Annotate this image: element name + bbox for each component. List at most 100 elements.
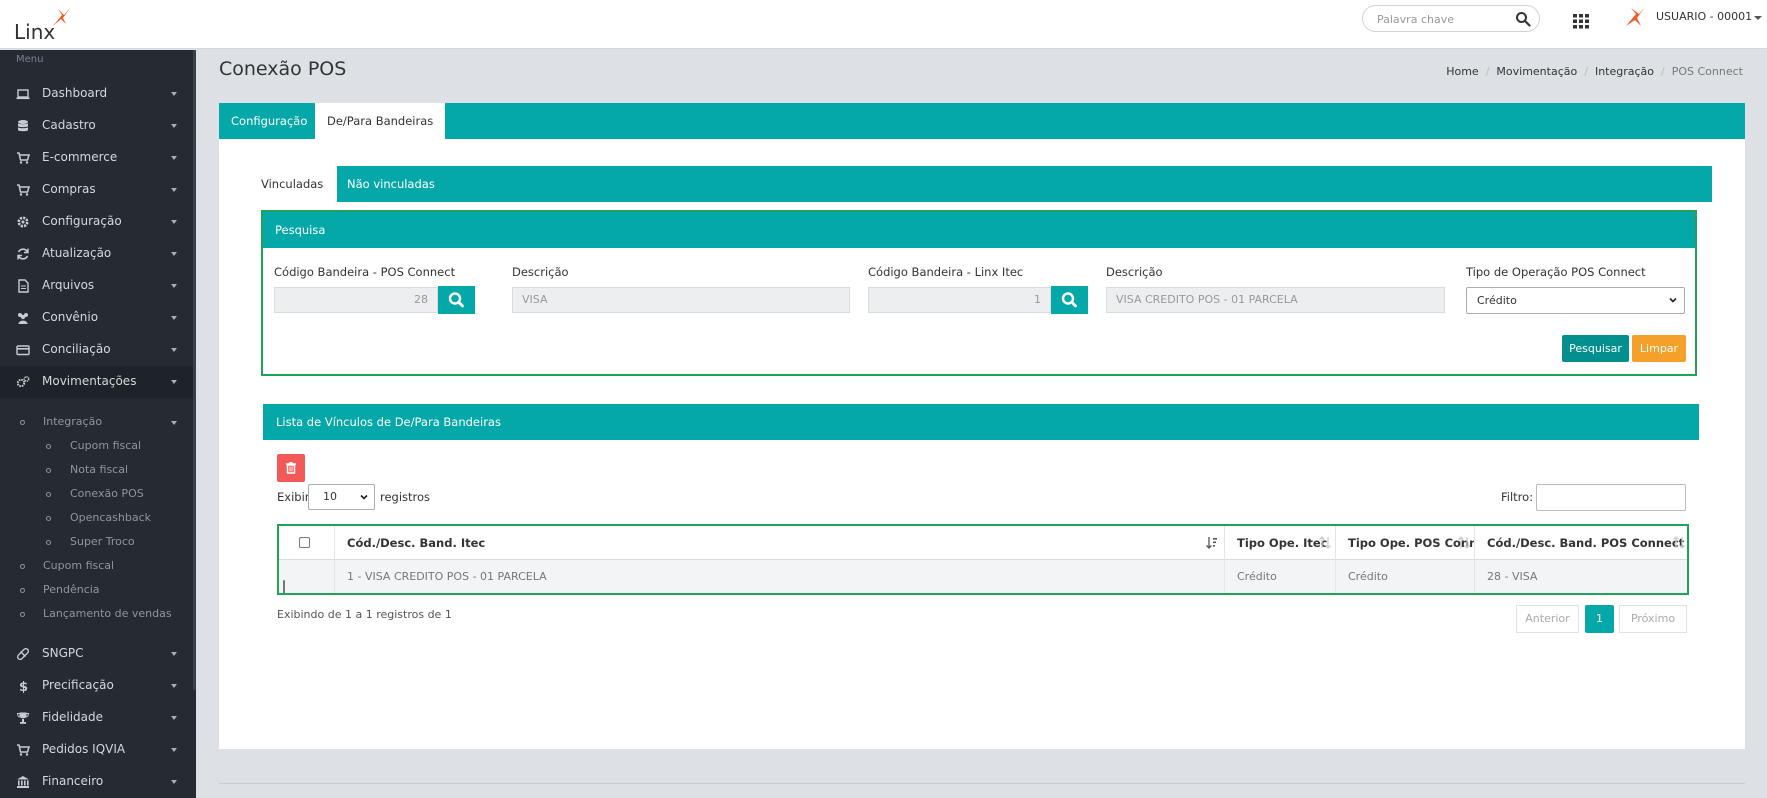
pager-next-button[interactable]: Próximo [1619, 605, 1687, 633]
keyword-search[interactable] [1362, 5, 1540, 32]
cod-linx-search-button[interactable] [1051, 286, 1088, 314]
sidebar-subitem-label: Super Troco [70, 535, 135, 548]
sidebar-item-precificacao[interactable]: $ Precificação [0, 670, 193, 702]
limpar-button[interactable]: Limpar [1632, 335, 1686, 362]
breadcrumb-separator: / [1584, 65, 1588, 78]
page-title: Conexão POS [219, 58, 347, 80]
breadcrumb-integracao[interactable]: Integração [1595, 65, 1654, 78]
user-menu-caret-icon[interactable] [1754, 16, 1762, 20]
col-header-tipo-ope-pos[interactable]: Tipo Ope. POS Connect [1336, 526, 1475, 560]
sidebar-item-label: SNGPC [42, 646, 84, 660]
breadcrumb-movimentacao[interactable]: Movimentação [1496, 65, 1577, 78]
gears-icon [16, 375, 30, 388]
filtro-input[interactable] [1536, 484, 1686, 511]
sidebar-item-convenio[interactable]: Convênio [0, 302, 193, 334]
col-header-cod-desc-pos[interactable]: Cód./Desc. Band. POS Connect [1475, 526, 1687, 560]
sidebar-subitem-integracao[interactable]: Integração [0, 410, 193, 434]
row-checkbox[interactable] [283, 580, 285, 593]
sidebar-subitem-super-troco[interactable]: Super Troco [0, 530, 193, 554]
sidebar-item-arquivos[interactable]: Arquivos [0, 270, 193, 302]
descricao-linx-label: Descrição [1106, 265, 1163, 279]
bullet-circle-icon [20, 612, 25, 617]
sidebar-subitem-label: Opencashback [70, 511, 152, 524]
sidebar-subitem-label: Pendência [43, 583, 100, 596]
cod-pos-input: 28 [274, 287, 438, 313]
dollar-icon: $ [19, 680, 28, 693]
linx-logo[interactable]: Linx [14, 6, 74, 44]
refresh-icon [17, 248, 29, 260]
tab-vinculadas[interactable]: Vinculadas [247, 166, 338, 202]
cart-icon [17, 184, 30, 196]
sidebar-subitem-lancamento-de-vendas[interactable]: Lançamento de vendas [0, 602, 193, 626]
sidebar-item-compras[interactable]: Compras [0, 174, 193, 206]
file-icon [18, 279, 29, 293]
sidebar: Menu Dashboard Cadastro E-commerce Compr… [0, 50, 196, 798]
select-all-checkbox[interactable] [299, 537, 310, 548]
col-header-tipo-ope-itec[interactable]: Tipo Ope. Itec [1225, 526, 1336, 560]
sidebar-item-label: Compras [42, 182, 96, 196]
sidebar-item-fidelidade[interactable]: Fidelidade [0, 702, 193, 734]
bullet-circle-icon [20, 564, 25, 569]
trophy-icon [16, 712, 30, 724]
pesquisa-panel: Pesquisa Código Bandeira - POS Connect 2… [261, 210, 1697, 376]
search-icon[interactable] [1515, 11, 1531, 27]
sidebar-item-e-commerce[interactable]: E-commerce [0, 142, 193, 174]
sidebar-item-movimentacoes[interactable]: Movimentações [0, 366, 193, 398]
sidebar-subitem-label: Lançamento de vendas [43, 607, 172, 620]
pesquisa-panel-title: Pesquisa [263, 212, 1695, 248]
sidebar-subitem-nota-fiscal[interactable]: Nota fiscal [0, 458, 193, 482]
col-header-label: Tipo Ope. POS Connect [1348, 536, 1474, 550]
keyword-search-input[interactable] [1377, 10, 1507, 28]
sidebar-item-dashboard[interactable]: Dashboard [0, 78, 193, 110]
sidebar-item-cadastro[interactable]: Cadastro [0, 110, 193, 142]
search-icon [448, 292, 464, 308]
chevron-down-icon [171, 92, 177, 96]
sidebar-scrollbar[interactable] [193, 50, 196, 690]
cod-linx-input: 1 [868, 287, 1051, 313]
cod-pos-label: Código Bandeira - POS Connect [274, 265, 456, 279]
table-cell-cod-desc-pos: 28 - VISA [1475, 560, 1687, 593]
cod-pos-search-button[interactable] [438, 286, 475, 314]
filtro-label: Filtro: [1501, 490, 1534, 504]
chevron-down-icon [171, 421, 177, 425]
chevron-down-icon [171, 156, 177, 160]
tab-configuracao[interactable]: Configuração [219, 103, 319, 139]
sub-tabbar: Vinculadas Não vinculadas [247, 166, 1712, 202]
descricao-linx-input: VISA CREDITO POS - 01 PARCELA [1106, 287, 1445, 313]
chevron-down-icon [171, 684, 177, 688]
apps-grid-icon[interactable] [1572, 12, 1590, 30]
sort-both-icon [1673, 536, 1685, 549]
col-header-label: Tipo Ope. Itec [1237, 536, 1328, 550]
sidebar-subitem-conexao-pos[interactable]: Conexão POS [0, 482, 193, 506]
sidebar-item-pedidos-iqvia[interactable]: Pedidos IQVIA [0, 734, 193, 766]
main-card: Configuração De/Para Bandeiras Vinculada… [219, 103, 1745, 749]
table-row-select-cell [279, 560, 335, 593]
sidebar-item-sngpc[interactable]: SNGPC [0, 638, 193, 670]
delete-button[interactable] [277, 454, 305, 482]
tab-nao-vinculadas[interactable]: Não vinculadas [333, 166, 449, 202]
sidebar-item-label: Arquivos [42, 278, 95, 292]
chevron-down-icon [171, 348, 177, 352]
sidebar-item-configuracao[interactable]: Configuração [0, 206, 193, 238]
sidebar-subitem-opencashback[interactable]: Opencashback [0, 506, 193, 530]
breadcrumb-home[interactable]: Home [1446, 65, 1478, 78]
sidebar-subitem-pendencia[interactable]: Pendência [0, 578, 193, 602]
sidebar-subitem-cupom-fiscal-2[interactable]: Cupom fiscal [0, 554, 193, 578]
chevron-down-icon [171, 316, 177, 320]
chevron-down-icon [171, 252, 177, 256]
sidebar-item-financeiro[interactable]: Financeiro [0, 766, 193, 798]
sidebar-item-conciliacao[interactable]: Conciliação [0, 334, 193, 366]
breadcrumb-separator: / [1661, 65, 1665, 78]
user-avatar-icon[interactable] [1622, 4, 1648, 30]
sidebar-subitem-cupom-fiscal[interactable]: Cupom fiscal [0, 434, 193, 458]
breadcrumb: Home / Movimentação / Integração / POS Connect [1446, 65, 1743, 78]
sidebar-item-atualizacao[interactable]: Atualização [0, 238, 193, 270]
tipo-operacao-select[interactable]: Crédito [1466, 287, 1685, 314]
pager-page-1[interactable]: 1 [1585, 605, 1614, 633]
page-length-select[interactable]: 10 [308, 484, 375, 510]
col-header-cod-desc-itec[interactable]: Cód./Desc. Band. Itec [335, 526, 1225, 560]
user-menu[interactable]: USUARIO - 00001 [1656, 10, 1752, 23]
pager-prev-button[interactable]: Anterior [1516, 605, 1579, 633]
pesquisar-button[interactable]: Pesquisar [1562, 335, 1629, 362]
tab-de-para-bandeiras[interactable]: De/Para Bandeiras [315, 103, 446, 139]
